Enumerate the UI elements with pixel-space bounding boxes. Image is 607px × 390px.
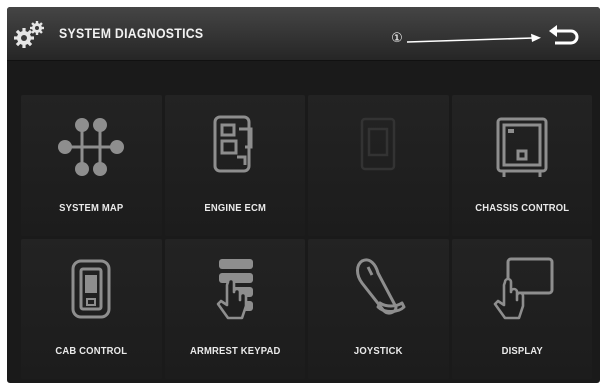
module-icon xyxy=(361,117,396,171)
armrest-keypad-icon xyxy=(216,258,253,319)
joystick-icon xyxy=(356,258,406,315)
tile-label: JOYSTICK xyxy=(353,345,403,357)
tile-label: ARMREST KEYPAD xyxy=(189,345,281,357)
tile-label: CAB CONTROL xyxy=(55,345,128,357)
callout-number: ① xyxy=(391,31,403,46)
module-grid: SYSTEM MAP ENGINE ECM CHASSIS CONTROL CA… xyxy=(21,95,592,379)
gears-icon xyxy=(14,21,44,48)
chassis-control-icon xyxy=(496,117,548,177)
tile-disabled-module xyxy=(308,95,449,236)
display-touch-icon xyxy=(493,257,554,319)
cab-control-icon xyxy=(71,259,111,318)
tile-cab-control[interactable]: CAB CONTROL xyxy=(21,238,162,379)
tile-chassis-control[interactable]: CHASSIS CONTROL xyxy=(451,95,592,236)
tile-label: DISPLAY xyxy=(501,345,543,357)
tile-joystick[interactable]: JOYSTICK xyxy=(308,238,449,379)
tile-label: ENGINE ECM xyxy=(203,201,266,214)
tile-label: SYSTEM MAP xyxy=(59,201,124,214)
back-button[interactable] xyxy=(547,21,583,51)
return-arrow-icon xyxy=(555,29,579,45)
system-map-icon xyxy=(58,118,125,176)
tile-display[interactable]: DISPLAY xyxy=(451,238,592,379)
engine-ecm-icon xyxy=(213,115,253,173)
callout-arrow-icon xyxy=(406,33,541,43)
tile-armrest-keypad[interactable]: ARMREST KEYPAD xyxy=(164,238,305,379)
callout-annotation: ① xyxy=(387,29,547,57)
page-title: SYSTEM DIAGNOSTICS xyxy=(59,25,204,41)
tile-engine-ecm[interactable]: ENGINE ECM xyxy=(164,95,305,236)
tile-system-map[interactable]: SYSTEM MAP xyxy=(21,95,162,236)
diagnostics-screen: SYSTEM DIAGNOSTICS ① SYSTEM MAP ENGINE E… xyxy=(7,7,600,383)
title-bar: SYSTEM DIAGNOSTICS ① xyxy=(7,7,600,61)
tile-label: CHASSIS CONTROL xyxy=(474,201,569,214)
